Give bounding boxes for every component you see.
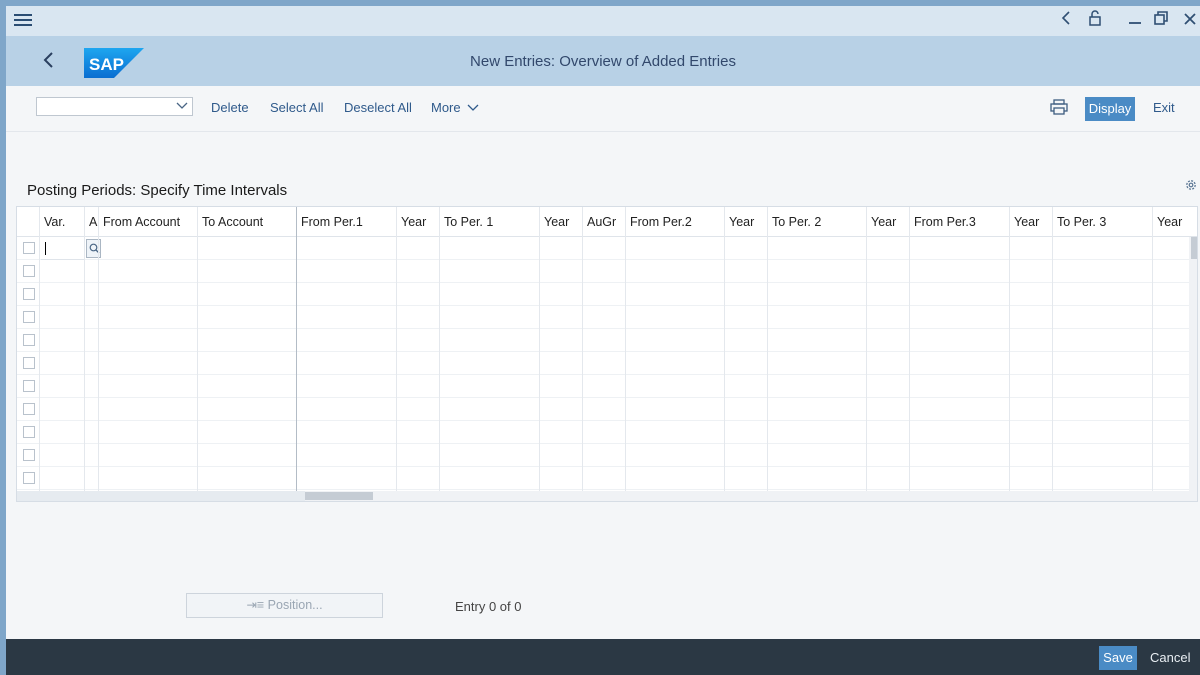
entry-count: Entry 0 of 0 bbox=[455, 599, 522, 614]
column-divider bbox=[197, 207, 198, 491]
column-divider bbox=[1052, 207, 1053, 491]
restore-icon[interactable] bbox=[1150, 10, 1172, 32]
column-divider bbox=[98, 207, 99, 491]
column-divider bbox=[909, 207, 910, 491]
horizontal-scroll-thumb[interactable] bbox=[305, 492, 373, 500]
column-header[interactable]: From Per.3 bbox=[911, 207, 1011, 237]
column-header[interactable]: To Per. 2 bbox=[769, 207, 868, 237]
cancel-button[interactable]: Cancel bbox=[1150, 650, 1190, 665]
chevron-down-icon bbox=[467, 104, 479, 111]
minimize-icon[interactable] bbox=[1124, 10, 1146, 32]
variant-dropdown[interactable] bbox=[36, 97, 193, 116]
column-header[interactable]: To Per. 3 bbox=[1054, 207, 1154, 237]
column-header[interactable]: Year bbox=[398, 207, 441, 237]
column-divider bbox=[1152, 207, 1153, 491]
vertical-scrollbar[interactable] bbox=[1189, 237, 1197, 491]
var-input-first-row[interactable] bbox=[41, 238, 85, 260]
column-header[interactable]: From Per.2 bbox=[627, 207, 726, 237]
horizontal-scrollbar[interactable] bbox=[17, 491, 1197, 501]
column-divider bbox=[539, 207, 540, 491]
position-label: Position... bbox=[267, 598, 323, 612]
table-row[interactable] bbox=[17, 375, 1189, 398]
position-arrow-icon: ⇥≡ bbox=[246, 598, 268, 612]
row-selector-checkbox[interactable] bbox=[23, 380, 35, 392]
row-selector-checkbox[interactable] bbox=[23, 311, 35, 323]
table-header: Var. A From Account To Account From Per.1 Yea… bbox=[17, 207, 1197, 237]
column-divider bbox=[767, 207, 768, 491]
row-selector-checkbox[interactable] bbox=[23, 449, 35, 461]
column-divider bbox=[625, 207, 626, 491]
column-header[interactable]: From Per.1 bbox=[298, 207, 398, 237]
row-selector-checkbox[interactable] bbox=[23, 242, 35, 254]
row-selector-checkbox[interactable] bbox=[23, 403, 35, 415]
table-row[interactable] bbox=[17, 306, 1189, 329]
application-toolbar: Delete Select All Deselect All More Disp… bbox=[6, 86, 1200, 132]
select-all-button[interactable]: Select All bbox=[270, 100, 323, 115]
position-button[interactable]: ⇥≡ Position... bbox=[186, 593, 383, 618]
chevron-left-icon[interactable] bbox=[1055, 10, 1077, 32]
display-button[interactable]: Display bbox=[1085, 97, 1135, 121]
row-selector-checkbox[interactable] bbox=[23, 472, 35, 484]
entries-table: Var. A From Account To Account From Per.1 Yea… bbox=[16, 206, 1198, 502]
save-button[interactable]: Save bbox=[1099, 646, 1137, 670]
table-row[interactable] bbox=[17, 329, 1189, 352]
column-header[interactable]: Year bbox=[541, 207, 584, 237]
column-divider bbox=[84, 207, 85, 491]
table-row[interactable] bbox=[17, 398, 1189, 421]
table-row[interactable] bbox=[17, 352, 1189, 375]
table-settings-icon[interactable] bbox=[1184, 178, 1198, 192]
close-icon[interactable] bbox=[1179, 10, 1200, 32]
column-header[interactable]: AuGr bbox=[584, 207, 627, 237]
row-selector-checkbox[interactable] bbox=[23, 334, 35, 346]
unlock-icon[interactable] bbox=[1084, 10, 1106, 32]
table-row[interactable] bbox=[17, 421, 1189, 444]
table-row[interactable] bbox=[17, 467, 1189, 490]
more-label: More bbox=[431, 100, 461, 115]
print-icon[interactable] bbox=[1050, 99, 1068, 115]
column-header[interactable]: Year bbox=[1011, 207, 1054, 237]
column-divider bbox=[439, 207, 440, 491]
row-selector-checkbox[interactable] bbox=[23, 426, 35, 438]
more-button[interactable]: More bbox=[431, 100, 479, 115]
text-caret bbox=[45, 242, 46, 255]
column-divider bbox=[724, 207, 725, 491]
table-row[interactable] bbox=[17, 283, 1189, 306]
column-header[interactable]: To Per. 1 bbox=[441, 207, 541, 237]
table-title: Posting Periods: Specify Time Intervals bbox=[27, 182, 288, 199]
vertical-scroll-thumb[interactable] bbox=[1191, 237, 1197, 259]
shell-header: SAP New Entries: Overview of Added Entri… bbox=[6, 36, 1200, 86]
frozen-columns-band bbox=[17, 491, 305, 501]
page-title: New Entries: Overview of Added Entries bbox=[470, 53, 736, 70]
column-divider bbox=[396, 207, 397, 491]
column-divider bbox=[1009, 207, 1010, 491]
column-divider bbox=[296, 207, 297, 491]
delete-button[interactable]: Delete bbox=[211, 100, 249, 115]
column-header[interactable]: Year bbox=[868, 207, 911, 237]
column-divider bbox=[866, 207, 867, 491]
deselect-all-button[interactable]: Deselect All bbox=[344, 100, 412, 115]
row-selector-checkbox[interactable] bbox=[23, 265, 35, 277]
column-header[interactable]: From Account bbox=[100, 207, 199, 237]
hamburger-menu-icon[interactable] bbox=[14, 12, 32, 28]
table-row[interactable] bbox=[17, 444, 1189, 467]
row-selector-checkbox[interactable] bbox=[23, 288, 35, 300]
column-header[interactable]: To Account bbox=[199, 207, 298, 237]
exit-button[interactable]: Exit bbox=[1153, 100, 1175, 115]
sap-window: SAP New Entries: Overview of Added Entri… bbox=[6, 6, 1200, 675]
table-row[interactable] bbox=[17, 237, 1189, 260]
column-header[interactable]: Var. bbox=[41, 207, 86, 237]
column-header[interactable]: Year bbox=[726, 207, 769, 237]
footer-bar: Save Cancel bbox=[6, 639, 1200, 675]
table-row[interactable] bbox=[17, 260, 1189, 283]
column-header[interactable]: Year bbox=[1154, 207, 1189, 237]
chevron-down-icon bbox=[176, 102, 188, 109]
column-divider bbox=[39, 207, 40, 491]
window-titlebar bbox=[6, 6, 1200, 36]
row-selector-checkbox[interactable] bbox=[23, 357, 35, 369]
column-divider bbox=[582, 207, 583, 491]
